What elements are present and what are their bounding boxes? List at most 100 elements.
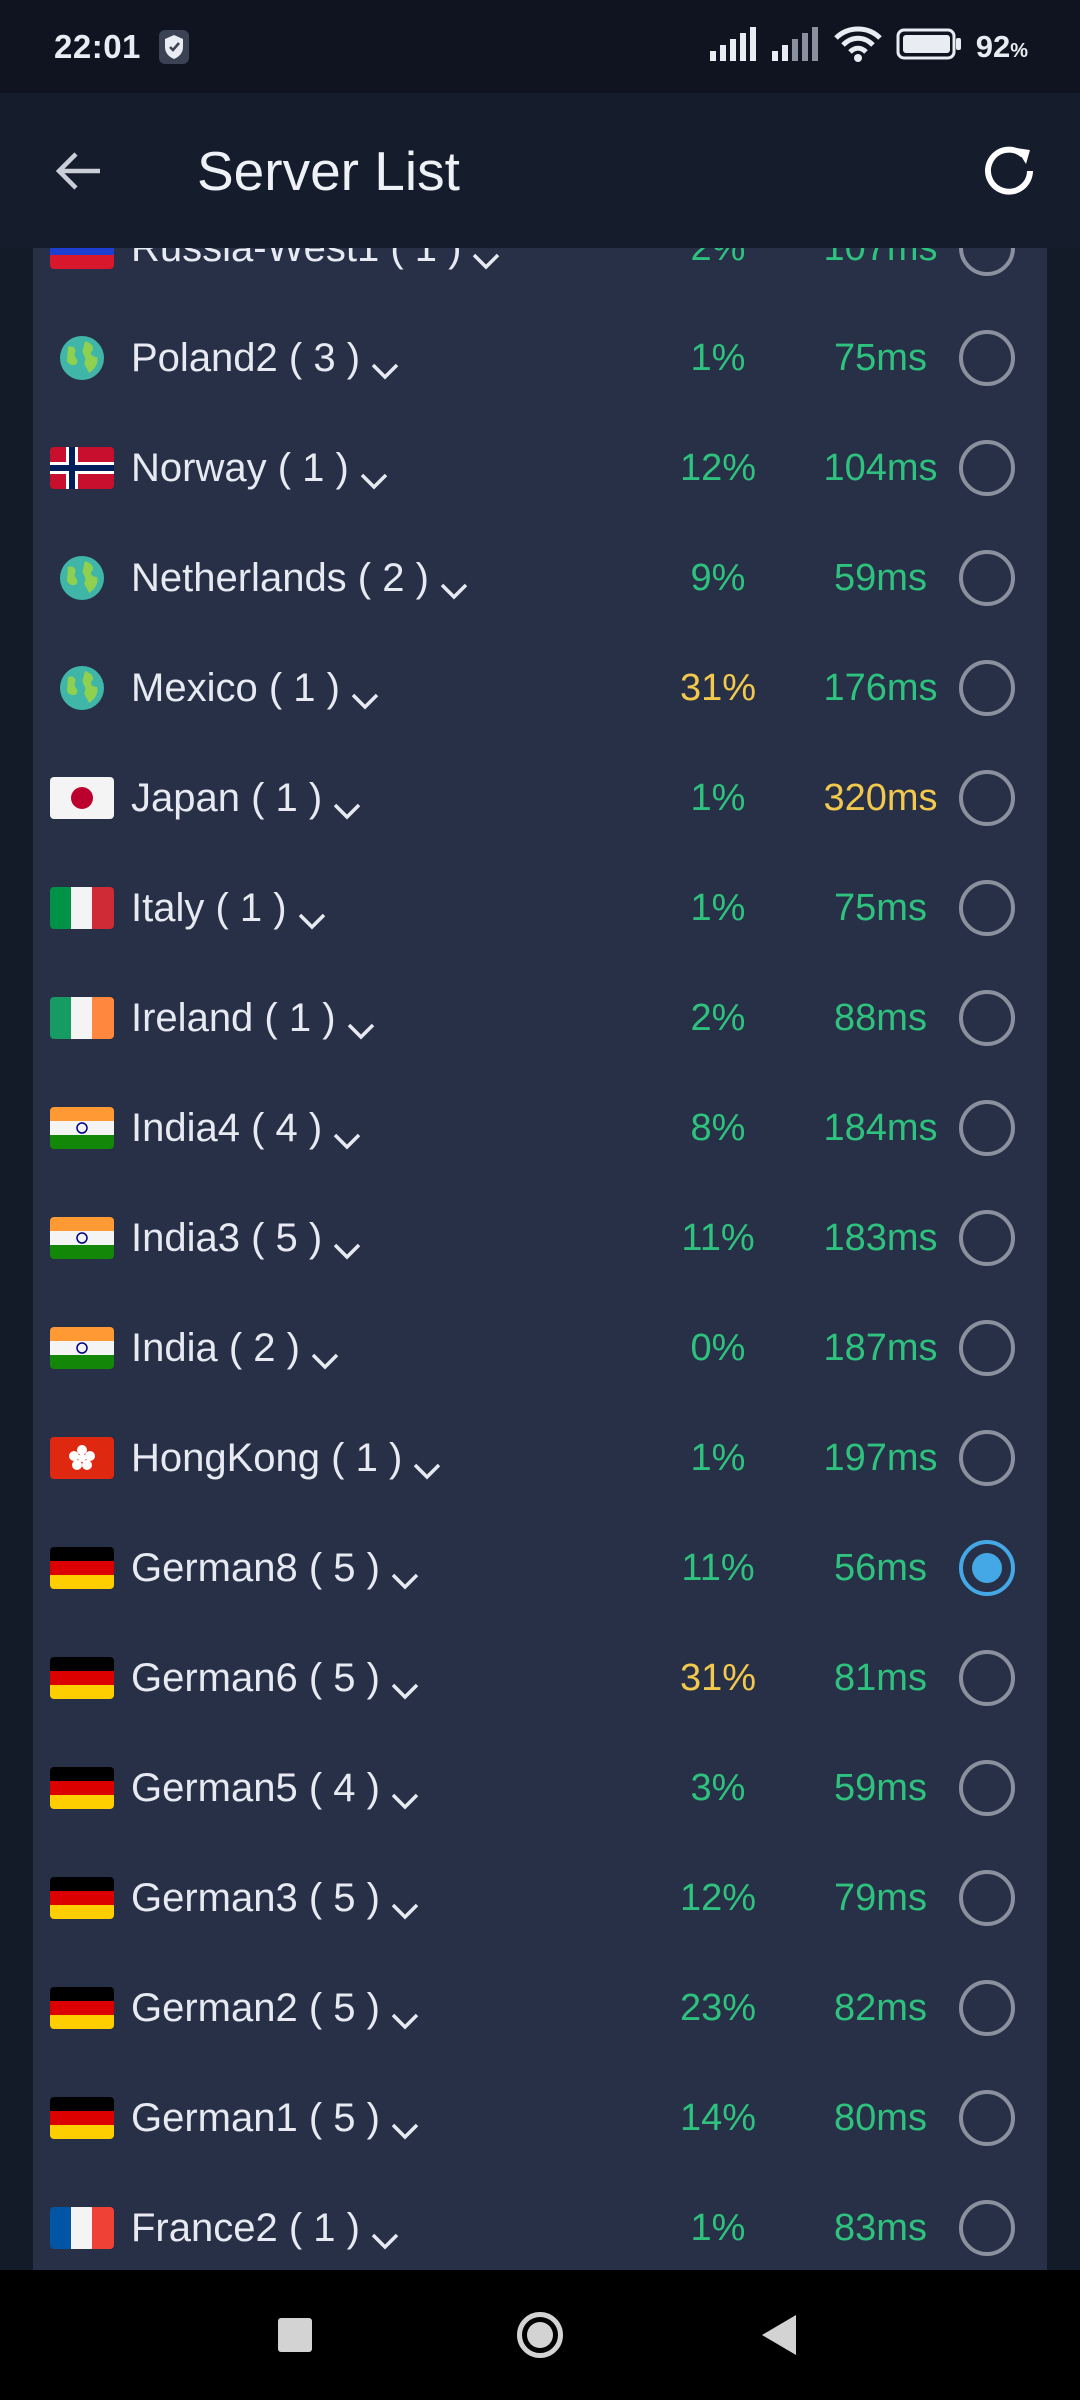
server-row[interactable]: France2 ( 1 ) 1% 83ms — [33, 2173, 1047, 2270]
server-name[interactable]: German3 ( 5 ) — [131, 1876, 420, 1921]
radio-button[interactable] — [959, 1100, 1015, 1156]
server-ping: 59ms — [834, 1766, 927, 1809]
server-row[interactable]: Mexico ( 1 ) 31% 176ms — [33, 633, 1047, 743]
radio-button[interactable] — [959, 1980, 1015, 2036]
chevron-down-icon[interactable] — [332, 787, 362, 820]
radio-button[interactable] — [959, 1430, 1015, 1486]
india-flag-icon — [50, 1107, 114, 1149]
server-name[interactable]: Mexico ( 1 ) — [131, 666, 380, 711]
chevron-down-icon[interactable] — [332, 1117, 362, 1150]
radio-button[interactable] — [959, 1320, 1015, 1376]
server-load: 1% — [690, 2206, 746, 2249]
chevron-down-icon[interactable] — [359, 457, 389, 490]
server-name[interactable]: France2 ( 1 ) — [131, 2206, 400, 2251]
server-name-label: German1 ( 5 ) — [131, 2095, 380, 2140]
server-row[interactable]: India ( 2 ) 0% 187ms — [33, 1293, 1047, 1403]
server-name[interactable]: Norway ( 1 ) — [131, 446, 389, 491]
chevron-down-icon[interactable] — [346, 1007, 376, 1040]
chevron-down-icon[interactable] — [390, 1997, 420, 2030]
chevron-down-icon[interactable] — [370, 2217, 400, 2250]
server-row[interactable]: Japan ( 1 ) 1% 320ms — [33, 743, 1047, 853]
server-ping: 107ms — [793, 248, 968, 270]
server-ping: 82ms — [834, 1986, 927, 2029]
server-load: 11% — [681, 1216, 755, 1259]
radio-button[interactable] — [959, 1870, 1015, 1926]
server-row[interactable]: German5 ( 4 ) 3% 59ms — [33, 1733, 1047, 1843]
server-ping: 187ms — [823, 1326, 938, 1369]
radio-button[interactable] — [959, 1210, 1015, 1266]
server-name[interactable]: Ireland ( 1 ) — [131, 996, 376, 1041]
server-name[interactable]: HongKong ( 1 ) — [131, 1436, 442, 1481]
radio-button[interactable] — [959, 770, 1015, 826]
norway-flag-icon — [50, 447, 114, 489]
recents-button[interactable] — [278, 2318, 312, 2352]
server-name-label: German8 ( 5 ) — [131, 1545, 380, 1590]
server-row[interactable]: HongKong ( 1 ) 1% 197ms — [33, 1403, 1047, 1513]
server-row[interactable]: German6 ( 5 ) 31% 81ms — [33, 1623, 1047, 1733]
server-load: 3% — [690, 1766, 746, 1809]
chevron-down-icon[interactable] — [390, 1887, 420, 1920]
germany-flag-icon — [50, 1877, 114, 1919]
refresh-icon[interactable] — [976, 138, 1042, 204]
chevron-down-icon[interactable] — [471, 248, 501, 270]
chevron-down-icon[interactable] — [332, 1227, 362, 1260]
server-list[interactable]: Russia-West1 ( 1 )2%107msPoland2 ( 3 )1%… — [33, 248, 1047, 2270]
server-row[interactable]: Norway ( 1 ) 12% 104ms — [33, 413, 1047, 523]
radio-button[interactable] — [959, 248, 1015, 276]
radio-button[interactable] — [959, 1760, 1015, 1816]
radio-button[interactable] — [959, 660, 1015, 716]
chevron-down-icon[interactable] — [390, 1557, 420, 1590]
chevron-down-icon[interactable] — [390, 2107, 420, 2140]
server-row[interactable]: German3 ( 5 ) 12% 79ms — [33, 1843, 1047, 1953]
server-name[interactable]: India3 ( 5 ) — [131, 1216, 362, 1261]
server-name[interactable]: Italy ( 1 ) — [131, 886, 327, 931]
server-row[interactable]: India3 ( 5 ) 11% 183ms — [33, 1183, 1047, 1293]
server-row[interactable]: Netherlands ( 2 ) 9% 59ms — [33, 523, 1047, 633]
radio-button[interactable] — [959, 1650, 1015, 1706]
radio-button[interactable] — [959, 2090, 1015, 2146]
server-name[interactable]: India4 ( 4 ) — [131, 1106, 362, 1151]
server-row[interactable]: German2 ( 5 ) 23% 82ms — [33, 1953, 1047, 2063]
chevron-down-icon[interactable] — [390, 1777, 420, 1810]
server-name[interactable]: German2 ( 5 ) — [131, 1986, 420, 2031]
server-name[interactable]: Japan ( 1 ) — [131, 776, 362, 821]
server-name[interactable]: German1 ( 5 ) — [131, 2096, 420, 2141]
radio-selected[interactable] — [959, 1540, 1015, 1596]
server-name[interactable]: India ( 2 ) — [131, 1326, 340, 1371]
server-name[interactable]: German6 ( 5 ) — [131, 1656, 420, 1701]
server-name[interactable]: German8 ( 5 ) — [131, 1546, 420, 1591]
server-name[interactable]: Russia-West1 ( 1 ) — [131, 248, 501, 271]
radio-button[interactable] — [959, 550, 1015, 606]
chevron-down-icon[interactable] — [390, 1667, 420, 1700]
back-button[interactable] — [762, 2315, 796, 2355]
server-name[interactable]: Netherlands ( 2 ) — [131, 556, 469, 601]
chevron-down-icon[interactable] — [370, 347, 400, 380]
server-load: 2% — [690, 996, 746, 1039]
chevron-down-icon[interactable] — [310, 1337, 340, 1370]
back-arrow-icon[interactable] — [50, 143, 106, 199]
france-flag-icon — [50, 2207, 114, 2249]
server-row[interactable]: German8 ( 5 ) 11% 56ms — [33, 1513, 1047, 1623]
server-row[interactable]: German1 ( 5 ) 14% 80ms — [33, 2063, 1047, 2173]
radio-button[interactable] — [959, 440, 1015, 496]
chevron-down-icon[interactable] — [439, 567, 469, 600]
radio-button[interactable] — [959, 880, 1015, 936]
server-name[interactable]: Poland2 ( 3 ) — [131, 336, 400, 381]
server-load: 0% — [690, 1326, 746, 1369]
server-row[interactable]: India4 ( 4 ) 8% 184ms — [33, 1073, 1047, 1183]
chevron-down-icon[interactable] — [412, 1447, 442, 1480]
server-row[interactable]: Poland2 ( 3 ) 1% 75ms — [33, 303, 1047, 413]
server-load: 31% — [679, 1656, 757, 1699]
server-row[interactable]: Italy ( 1 ) 1% 75ms — [33, 853, 1047, 963]
chevron-down-icon[interactable] — [350, 677, 380, 710]
server-row[interactable]: Ireland ( 1 ) 2% 88ms — [33, 963, 1047, 1073]
server-name-label: Japan ( 1 ) — [131, 775, 323, 820]
radio-button[interactable] — [959, 2200, 1015, 2256]
home-button[interactable] — [517, 2312, 563, 2358]
radio-button[interactable] — [959, 330, 1015, 386]
wifi-icon — [833, 26, 882, 67]
server-name[interactable]: German5 ( 4 ) — [131, 1766, 420, 1811]
server-row[interactable]: Russia-West1 ( 1 ) 2%107ms — [33, 248, 1047, 303]
radio-button[interactable] — [959, 990, 1015, 1046]
chevron-down-icon[interactable] — [297, 897, 327, 930]
